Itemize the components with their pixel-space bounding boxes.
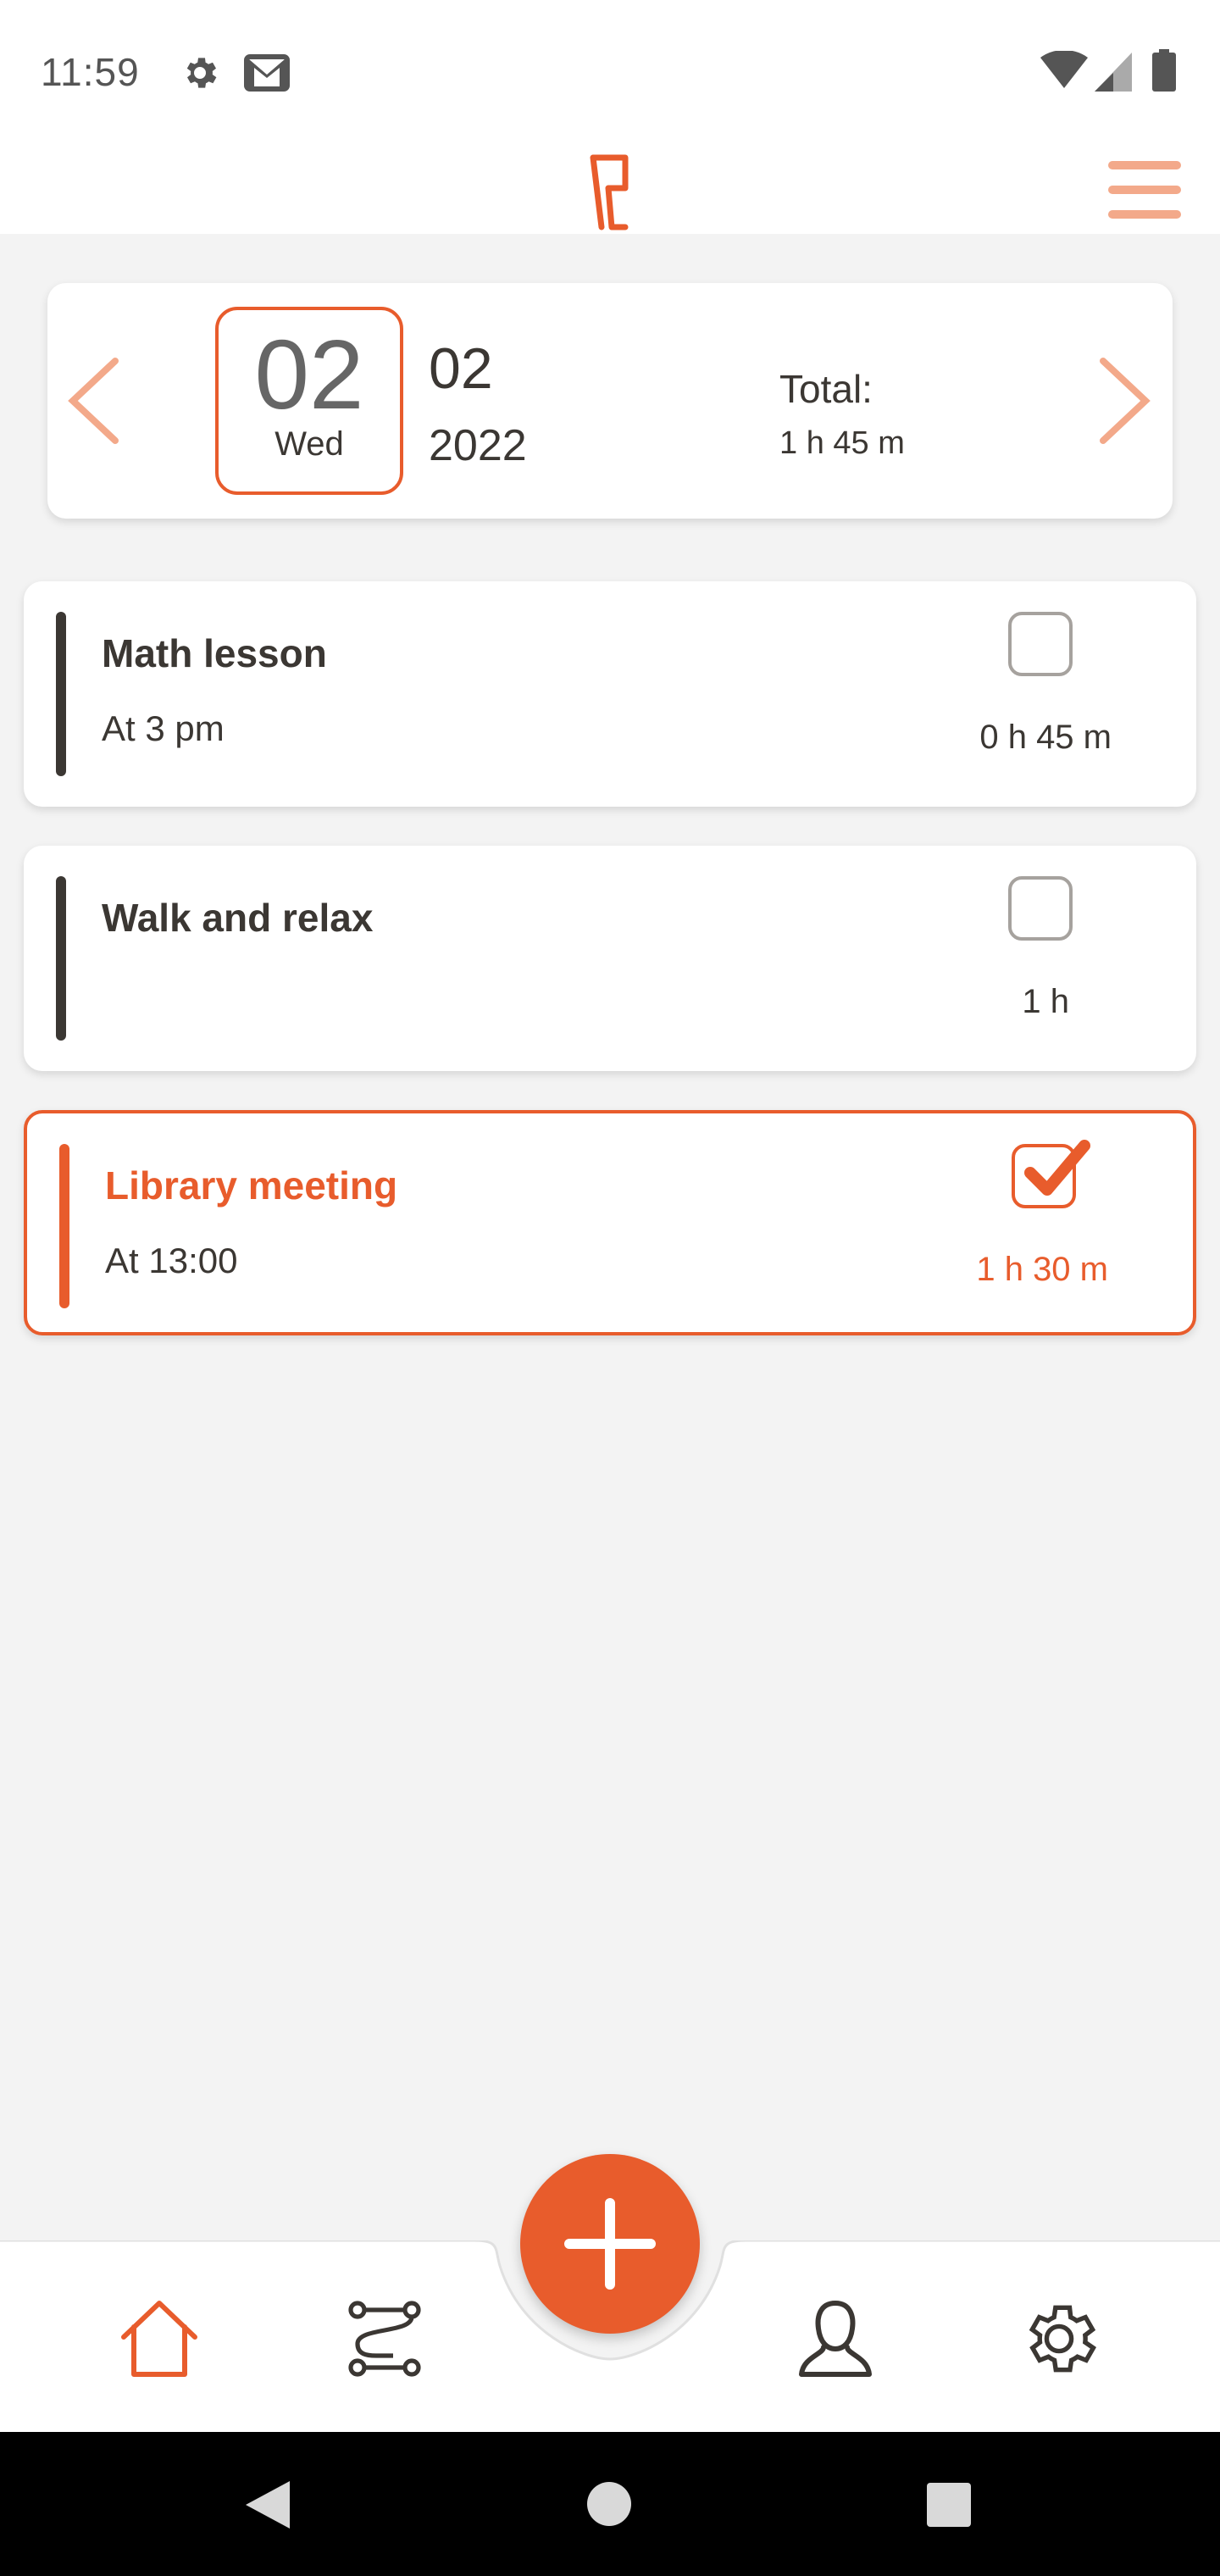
- flow-icon[interactable]: [342, 2296, 427, 2381]
- chevron-left-icon[interactable]: [64, 354, 124, 447]
- task-checkbox[interactable]: [1008, 612, 1073, 676]
- signal-icon: [1095, 53, 1132, 92]
- task-time: At 3 pm: [102, 708, 225, 748]
- task-duration: 1 h: [1022, 983, 1069, 1020]
- task-card[interactable]: Library meeting At 13:00 1 h 30 m: [24, 1110, 1196, 1335]
- task-checkbox[interactable]: [1008, 876, 1073, 941]
- status-time: 11:59: [41, 50, 140, 94]
- task-color-bar: [56, 876, 66, 1041]
- task-title: Library meeting: [105, 1163, 398, 1208]
- task-duration: 1 h 30 m: [976, 1251, 1108, 1288]
- home-icon[interactable]: [117, 2296, 202, 2381]
- task-card[interactable]: Math lesson At 3 pm 0 h 45 m: [24, 581, 1196, 807]
- task-color-bar: [59, 1144, 69, 1308]
- date-selector-card: 02 Wed 02 2022 Total: 1 h 45 m: [47, 283, 1173, 519]
- battery-icon: [1152, 49, 1176, 92]
- home-circle-icon[interactable]: [586, 2481, 632, 2527]
- task-color-bar: [56, 612, 66, 776]
- task-duration: 0 h 45 m: [979, 719, 1112, 756]
- month-label: 02: [429, 336, 493, 401]
- day-badge[interactable]: 02 Wed: [215, 307, 403, 495]
- total-label: Total:: [779, 367, 873, 411]
- day-number: 02: [254, 319, 364, 430]
- gear-icon: [186, 58, 217, 88]
- task-card[interactable]: Walk and relax 1 h: [24, 846, 1196, 1071]
- task-title: Math lesson: [102, 631, 327, 675]
- profile-icon[interactable]: [793, 2296, 878, 2381]
- app-header: [0, 144, 1220, 234]
- plus-icon: [564, 2198, 656, 2290]
- task-title: Walk and relax: [102, 896, 374, 940]
- hamburger-menu-icon[interactable]: [1108, 161, 1181, 225]
- add-task-button[interactable]: [520, 2154, 700, 2334]
- year-label: 2022: [429, 421, 527, 470]
- app-logo-icon: [590, 154, 629, 230]
- chevron-right-icon[interactable]: [1095, 354, 1154, 447]
- weekday-label: Wed: [274, 425, 344, 463]
- back-icon[interactable]: [242, 2478, 293, 2532]
- checkmark-icon: [1024, 1140, 1090, 1196]
- total-value: 1 h 45 m: [779, 425, 905, 461]
- recents-icon[interactable]: [927, 2483, 971, 2527]
- task-time: At 13:00: [105, 1241, 238, 1280]
- task-checkbox-checked[interactable]: [1012, 1140, 1090, 1208]
- wifi-icon: [1040, 51, 1088, 88]
- settings-icon[interactable]: [1017, 2296, 1101, 2381]
- status-bar: 11:59: [0, 0, 1220, 144]
- system-nav-bar: [0, 2432, 1220, 2576]
- gmail-icon: [244, 54, 290, 92]
